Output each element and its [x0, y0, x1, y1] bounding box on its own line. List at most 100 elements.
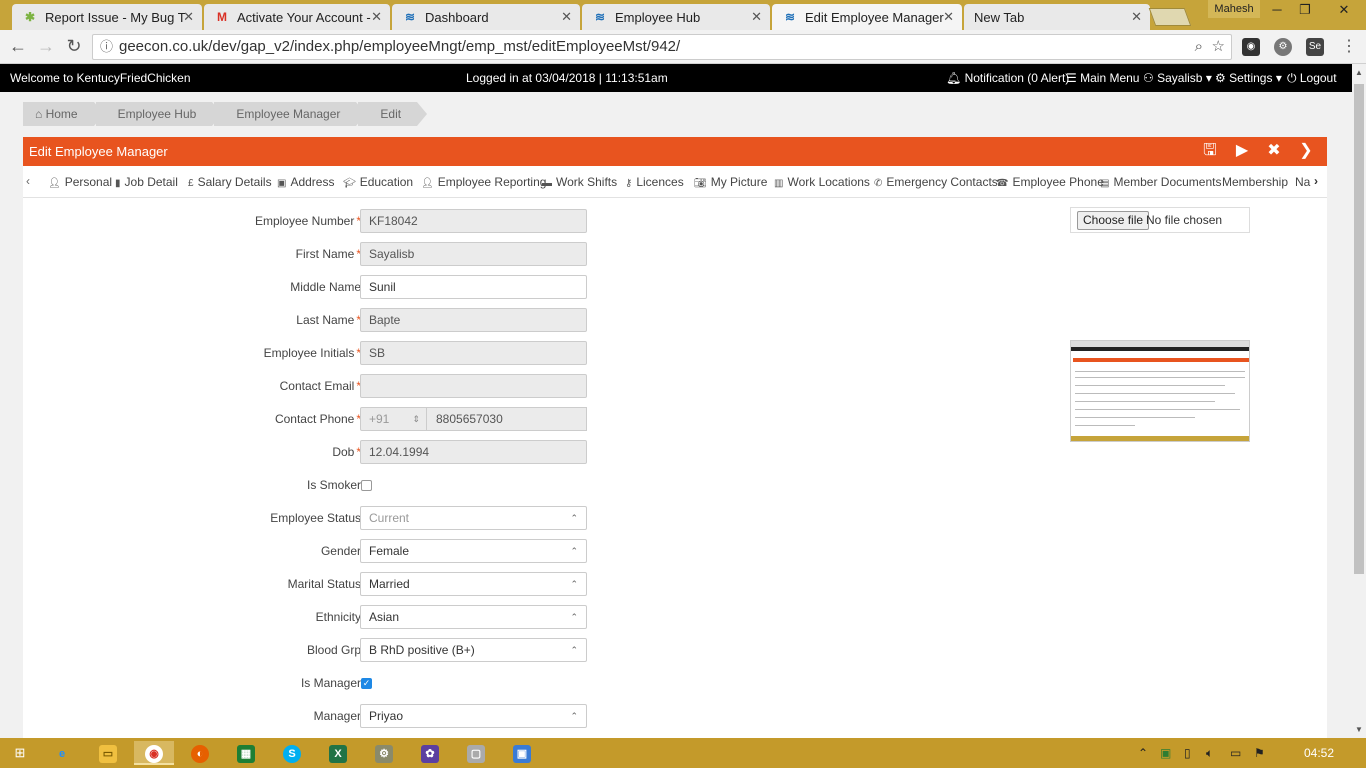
settings-menu[interactable]: ⚙ Settings ▾ [1215, 71, 1282, 85]
tab-personal[interactable]: 👤︎ Personal [48, 175, 112, 189]
label-text: Contact Phone [274, 412, 355, 426]
tray-expand-icon[interactable]: ⌃ [1138, 746, 1148, 760]
tool-app-icon[interactable]: ⚙ [364, 741, 404, 765]
browser-menu-icon[interactable]: ⋮ [1338, 36, 1360, 56]
app-favicon-icon: ≋ [404, 10, 416, 24]
employee-number-field[interactable]: KF18042 [360, 209, 587, 233]
settings-extension-icon[interactable]: ⚙ [1274, 38, 1292, 56]
manager-select[interactable]: Priyao [360, 704, 587, 728]
minimize-icon[interactable]: ─ [1262, 0, 1292, 20]
contact-email-field[interactable] [360, 374, 587, 398]
marital-status-select[interactable]: Married [360, 572, 587, 596]
save-icon[interactable]: 🖫 [1200, 141, 1220, 161]
internet-explorer-icon[interactable]: e [42, 741, 82, 765]
back-icon[interactable]: ← [7, 36, 29, 57]
selenium-extension-icon[interactable]: Se [1306, 38, 1324, 56]
country-code-select[interactable]: +91 ⇕ [360, 407, 427, 431]
scroll-up-icon[interactable]: ▲ [1355, 68, 1363, 77]
tab-licences[interactable]: ⚷ Licences [625, 175, 684, 189]
security-tray-icon[interactable]: ▣ [1160, 746, 1171, 760]
breadcrumb-home[interactable]: ⌂ Home [23, 102, 104, 126]
browser-tab-employee-hub[interactable]: ≋ Employee Hub ✕ [582, 4, 770, 30]
main-menu-link[interactable]: ☰ Main Menu [1066, 71, 1139, 85]
info-icon[interactable]: ⓘ [100, 35, 113, 59]
display-tray-icon[interactable]: ▭ [1230, 746, 1241, 760]
windows-start-icon[interactable]: ⊞ [0, 741, 40, 765]
tab-work-shifts[interactable]: ▬ Work Shifts [542, 175, 617, 189]
address-bar[interactable]: ⓘ geecon.co.uk/dev/gap_v2/index.php/empl… [92, 34, 1232, 60]
skype-icon[interactable]: S [272, 741, 312, 765]
firefox-icon[interactable]: ◐ [180, 741, 220, 765]
window-close-icon[interactable]: ✕ [1322, 0, 1366, 20]
tab-education[interactable]: 🎓︎ Education [343, 175, 413, 189]
close-icon[interactable]: ✕ [943, 9, 954, 25]
spreadsheet-app-icon[interactable]: ▦ [226, 741, 266, 765]
close-icon[interactable]: ✕ [751, 9, 762, 25]
breadcrumb-employee-hub[interactable]: Employee Hub [95, 102, 223, 126]
close-icon[interactable]: ✕ [371, 9, 382, 25]
choose-file-button[interactable]: Choose file [1077, 211, 1150, 230]
notification-link[interactable]: 🔔︎ Notification (0 Alert) [946, 71, 1069, 85]
tab-my-picture[interactable]: 📷︎ My Picture [694, 175, 767, 189]
first-name-field[interactable]: Sayalisb [360, 242, 587, 266]
reload-icon[interactable]: ↻ [63, 36, 85, 57]
next-icon[interactable]: ❯ [1296, 141, 1316, 161]
cancel-icon[interactable]: ✖ [1264, 141, 1284, 161]
last-name-field[interactable]: Bapte [360, 308, 587, 332]
tab-na[interactable]: Na [1295, 175, 1310, 189]
browser-tab-new-tab[interactable]: New Tab ✕ [964, 4, 1150, 30]
is-smoker-checkbox[interactable] [361, 480, 372, 491]
close-icon[interactable]: ✕ [561, 9, 572, 25]
tab-emergency-contacts[interactable]: ✆ Emergency Contacts [874, 175, 998, 189]
close-icon[interactable]: ✕ [183, 9, 194, 25]
excel-icon[interactable]: X [318, 741, 358, 765]
tabs-scroll-left-icon[interactable]: ‹ [26, 174, 30, 188]
bookmark-star-icon[interactable]: ☆ [1212, 35, 1225, 59]
employee-status-select[interactable]: Current [360, 506, 587, 530]
employee-initials-field[interactable]: SB [360, 341, 587, 365]
tab-employee-phone[interactable]: ☎ Employee Phone [996, 175, 1104, 189]
network-tray-icon[interactable]: ▯ [1184, 746, 1191, 760]
browser-tab-activate-account[interactable]: M Activate Your Account - ✕ [204, 4, 390, 30]
is-manager-checkbox[interactable]: ✓ [361, 678, 372, 689]
flag-icon[interactable]: ⚑ [1254, 746, 1265, 760]
blood-group-select[interactable]: B RhD positive (B+) [360, 638, 587, 662]
contact-phone-field[interactable]: 8805657030 [427, 407, 587, 431]
remote-desktop-icon[interactable]: ▣ [502, 741, 542, 765]
volume-icon[interactable]: 🔈︎ [1206, 746, 1213, 761]
forward-icon[interactable]: → [35, 36, 57, 57]
middle-name-field[interactable]: Sunil [360, 275, 587, 299]
file-explorer-icon[interactable]: ▭ [88, 741, 128, 765]
user-menu[interactable]: ⚇ Sayalisb ▾ [1143, 71, 1212, 85]
incognito-extension-icon[interactable]: ◉ [1242, 38, 1260, 56]
tabs-scroll-right-icon[interactable]: › [1314, 174, 1318, 188]
close-icon[interactable]: ✕ [1131, 9, 1142, 25]
breadcrumb-employee-manager[interactable]: Employee Manager [214, 102, 367, 126]
tab-address[interactable]: ▣ Address [277, 175, 334, 189]
tab-salary-details[interactable]: £ Salary Details [188, 175, 272, 189]
new-tab-button[interactable] [1148, 8, 1192, 26]
gender-select[interactable]: Female [360, 539, 587, 563]
tab-member-documents[interactable]: ▤ Member Documents [1100, 175, 1222, 189]
tab-employee-reporting[interactable]: 👤︎ Employee Reporting [421, 175, 546, 189]
browser-tab-edit-employee-manager[interactable]: ≋ Edit Employee Manager ✕ [772, 4, 962, 30]
dob-field[interactable]: 12.04.1994 [360, 440, 587, 464]
profile-name[interactable]: Mahesh [1208, 0, 1260, 18]
tab-job-detail[interactable]: ▮ Job Detail [115, 175, 178, 189]
browser-tab-dashboard[interactable]: ≋ Dashboard ✕ [392, 4, 580, 30]
logout-link[interactable]: ⏻ Logout [1287, 71, 1337, 86]
save-and-continue-icon[interactable]: ▶ [1232, 141, 1252, 161]
clock[interactable]: 04:52 [1304, 746, 1334, 760]
browser-tab-report-issue[interactable]: ✱ Report Issue - My Bug Tr ✕ [12, 4, 202, 30]
page-scrollbar[interactable]: ▲ ▼ [1352, 64, 1366, 738]
scrollbar-thumb[interactable] [1354, 84, 1364, 574]
tab-work-locations[interactable]: ▥ Work Locations [774, 175, 870, 189]
tab-membership[interactable]: Membership [1222, 175, 1288, 189]
chrome-icon[interactable]: ◉ [134, 741, 174, 765]
settings-app-icon[interactable]: ✿ [410, 741, 450, 765]
zoom-icon[interactable]: ⌕ [1195, 35, 1203, 59]
maximize-icon[interactable]: ❐ [1290, 0, 1320, 20]
ethnicity-select[interactable]: Asian [360, 605, 587, 629]
window-app-icon[interactable]: ▢ [456, 741, 496, 765]
scroll-down-icon[interactable]: ▼ [1355, 725, 1363, 734]
